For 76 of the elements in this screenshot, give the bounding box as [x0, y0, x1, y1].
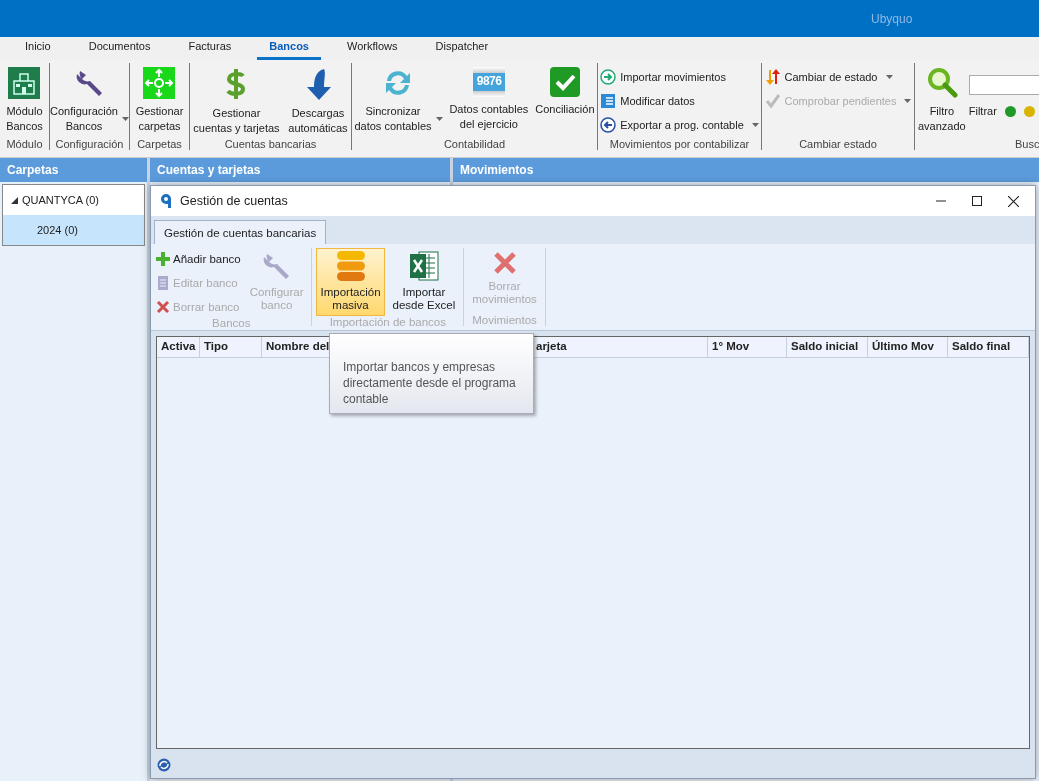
column-header[interactable]: Tipo [200, 337, 262, 357]
group-label: Cuentas bancarias [223, 138, 318, 150]
ribbon-button[interactable]: 9876 Datos contables del ejercicio [449, 63, 529, 132]
ribbon-button[interactable]: Conciliación [535, 63, 595, 117]
caret-icon [121, 117, 129, 121]
group-label: Configuración [54, 138, 125, 150]
ribbon-button[interactable]: Gestionar carpetas [135, 63, 184, 134]
panel-header: Cuentas y tarjetas [150, 158, 450, 182]
column-header[interactable]: Saldo inicial [787, 337, 868, 357]
list-icon [600, 93, 617, 109]
checkmark-icon [764, 93, 781, 109]
ribbon-button[interactable]: Filtro avanzado [918, 63, 966, 134]
caret-icon [751, 123, 759, 127]
building-icon [8, 67, 41, 99]
ribbon-button[interactable]: Módulo Bancos [6, 63, 43, 134]
plus-icon [156, 251, 170, 266]
magnifier-icon [925, 67, 958, 99]
panel-header: Movimientos [453, 158, 1039, 182]
filter-label: Filtrar [968, 105, 997, 117]
spreadsheet-icon [408, 250, 439, 282]
ribbon-button[interactable]: Importar movimientos [600, 67, 759, 87]
dialog-title: Gestión de cuentas [180, 194, 289, 208]
toolbar-button[interactable]: Añadir banco [155, 248, 242, 269]
group-label: Movimientos por contabilizar [608, 138, 751, 150]
ribbon-button[interactable]: Cambiar de estado [764, 67, 912, 87]
checkmark-icon [549, 67, 580, 97]
caret-icon [435, 117, 443, 121]
search-field[interactable] [968, 75, 1039, 95]
column-header[interactable]: 1° Mov [708, 337, 787, 357]
group-label: Bancos [211, 317, 252, 329]
ribbon-button[interactable]: Modificar datos [600, 91, 759, 111]
close-icon[interactable] [1008, 195, 1019, 207]
arrows-icon [143, 67, 176, 99]
dialog-tab[interactable]: Gestión de cuentas bancarias [154, 220, 327, 244]
app-title: Ubyquo [871, 11, 913, 26]
group-label: Busc [1014, 138, 1039, 150]
ribbon-button[interactable]: Gestionar cuentas y tarjetas [193, 63, 280, 136]
app-logo-icon [160, 193, 172, 209]
filter-dot[interactable] [1004, 105, 1016, 117]
arrow-right-icon [600, 69, 617, 85]
ribbon-button[interactable]: Descargas automáticas [288, 63, 348, 136]
document-icon [156, 275, 170, 290]
column-header[interactable]: Último Mov [868, 337, 948, 357]
ribbon-button[interactable]: Configuración Bancos [50, 63, 129, 134]
column-header[interactable]: Saldo final [948, 337, 1029, 357]
tooltip: Importar bancos y empresas directamente desde el programa contable [329, 333, 534, 414]
group-label: Importación de bancos [328, 316, 448, 328]
maximize-icon[interactable] [972, 195, 982, 206]
menu-tab[interactable]: Facturas [176, 37, 244, 60]
menu-tab[interactable]: Inicio [13, 37, 63, 60]
column-header[interactable]: Activa [157, 337, 200, 357]
toolbar-button[interactable]: Importar desde Excel [388, 248, 460, 316]
menu-tab[interactable]: Workflows [335, 37, 410, 60]
x-icon [491, 250, 518, 276]
ribbon-button[interactable]: Sincronizar datos contables [354, 63, 443, 134]
counter-icon: 9876 [472, 67, 505, 97]
up-down-arrows-icon [764, 69, 781, 85]
group-label: Cambiar estado [798, 138, 878, 150]
stack-icon [335, 250, 366, 282]
refresh-icon[interactable] [157, 757, 171, 772]
x-icon [156, 299, 170, 314]
group-label: Movimientos [471, 314, 538, 326]
tree-item[interactable]: QUANTYCA (0) [3, 185, 144, 215]
group-label: Módulo [5, 138, 44, 150]
menu-tab[interactable]: Dispatcher [423, 37, 501, 60]
filter-dot[interactable] [1023, 105, 1035, 117]
menu-tab[interactable]: Documentos [76, 37, 163, 60]
ribbon-button[interactable]: Exportar a prog. contable [600, 115, 759, 135]
group-label: Carpetas [136, 138, 183, 150]
panel-header: Carpetas [0, 158, 147, 182]
caret-icon [904, 99, 912, 103]
toolbar-button[interactable]: Importación masiva [316, 248, 385, 316]
arrow-left-icon [600, 117, 617, 133]
group-label: Contabilidad [442, 138, 507, 150]
caret-icon [885, 75, 893, 79]
tree-item[interactable]: 2024 (0) [3, 215, 144, 245]
